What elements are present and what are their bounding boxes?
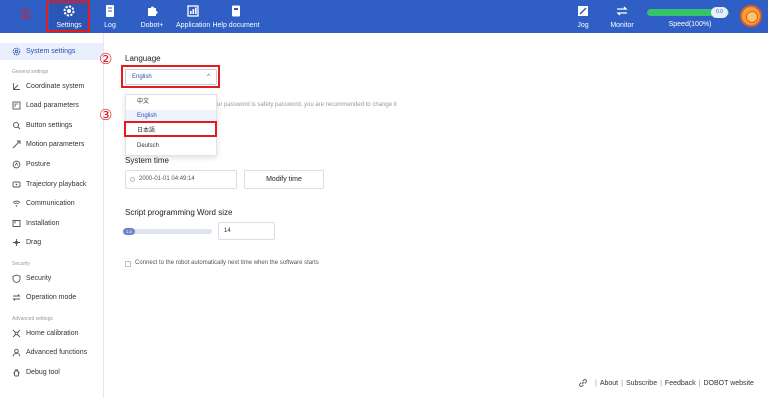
log-icon bbox=[99, 4, 121, 20]
sidebar-group-advanced: Advanced settings bbox=[12, 316, 53, 322]
nav-log-label: Log bbox=[104, 22, 116, 29]
posture-icon bbox=[12, 160, 21, 169]
sidebar-group-security: Security bbox=[12, 261, 31, 267]
language-option-chinese[interactable]: 中文 bbox=[126, 96, 216, 109]
clock-icon bbox=[130, 177, 135, 182]
sidebar-item-label: Installation bbox=[26, 220, 60, 227]
sidebar-item-label: Operation mode bbox=[26, 294, 77, 301]
sidebar-item-security[interactable]: Security bbox=[0, 270, 103, 287]
nav-monitor-label: Monitor bbox=[610, 22, 634, 29]
word-size-slider[interactable] bbox=[125, 229, 212, 234]
sidebar-item-installation[interactable]: Installation bbox=[0, 215, 103, 232]
highlight-japanese-option bbox=[124, 121, 217, 137]
word-size-slider-knob[interactable]: 1.5 bbox=[123, 228, 135, 235]
sidebar-item-communication[interactable]: Communication bbox=[0, 195, 103, 212]
installation-icon bbox=[12, 219, 21, 228]
sidebar-item-motion-parameters[interactable]: Motion parameters bbox=[0, 136, 103, 153]
debug-icon bbox=[12, 368, 21, 377]
system-time-title: System time bbox=[125, 156, 170, 165]
chart-icon bbox=[176, 4, 210, 20]
avatar[interactable] bbox=[740, 5, 762, 27]
footer-link-feedback[interactable]: Feedback bbox=[665, 380, 696, 387]
user-icon bbox=[12, 348, 21, 357]
step-2-marker: ② bbox=[99, 50, 113, 68]
word-size-input[interactable]: 14 bbox=[218, 222, 275, 240]
system-time-field: 2000-01-01 04:49:14 bbox=[125, 170, 237, 189]
sidebar-item-label: Home calibration bbox=[26, 330, 79, 337]
highlight-language-select bbox=[121, 65, 220, 88]
sidebar-item-label: Trajectory playback bbox=[26, 181, 87, 188]
sidebar-item-debug-tool[interactable]: Debug tool bbox=[0, 364, 103, 381]
footer-link-dobot-website[interactable]: DOBOT website bbox=[704, 380, 754, 387]
motion-icon bbox=[12, 140, 21, 149]
speed-label: Speed(100%) bbox=[668, 21, 712, 28]
safety-password-warning: ur password is safety password, you are … bbox=[217, 102, 397, 108]
sidebar: System settings General settings Coordin… bbox=[0, 33, 104, 398]
sidebar-item-label: Communication bbox=[26, 200, 75, 207]
wifi-icon bbox=[12, 199, 21, 208]
language-option-german[interactable]: Deutsch bbox=[126, 140, 216, 153]
highlight-settings bbox=[46, 1, 90, 32]
button-icon bbox=[12, 121, 21, 130]
sidebar-item-label: Posture bbox=[26, 161, 51, 168]
document-icon bbox=[212, 4, 260, 20]
sidebar-item-button-settings[interactable]: Button settings bbox=[0, 117, 103, 134]
sidebar-item-posture[interactable]: Posture bbox=[0, 156, 103, 173]
link-icon bbox=[578, 378, 588, 388]
shield-icon bbox=[12, 274, 21, 283]
nav-jog-label: Jog bbox=[577, 22, 589, 29]
step-3-marker: ③ bbox=[99, 106, 113, 124]
step-1-marker: ① bbox=[19, 5, 33, 23]
sidebar-item-drag[interactable]: Drag bbox=[0, 234, 103, 251]
swap-arrows-icon bbox=[606, 4, 638, 20]
auto-connect-label: Connect to the robot automatically next … bbox=[135, 260, 319, 266]
sidebar-item-label: Drag bbox=[26, 239, 42, 246]
nav-application[interactable]: Application bbox=[176, 0, 210, 33]
playback-icon bbox=[12, 180, 21, 189]
sidebar-item-label: Motion parameters bbox=[26, 141, 85, 148]
nav-application-label: Application bbox=[176, 22, 211, 29]
word-size-title: Script programming Word size bbox=[125, 208, 233, 217]
footer-link-subscribe[interactable]: Subscribe bbox=[626, 380, 657, 387]
load-icon bbox=[12, 101, 21, 110]
sidebar-item-label: System settings bbox=[26, 48, 76, 55]
gear-icon bbox=[12, 47, 21, 56]
sidebar-group-general: General settings bbox=[12, 69, 49, 75]
axis-icon bbox=[12, 82, 21, 91]
language-title: Language bbox=[125, 54, 161, 63]
nav-jog[interactable]: Jog bbox=[570, 0, 596, 33]
sidebar-item-operation-mode[interactable]: Operation mode bbox=[0, 289, 103, 306]
nav-dobot-plus-label: Dobot+ bbox=[140, 22, 164, 29]
top-nav-bar: Settings Log Dobot+ Application Help doc… bbox=[0, 0, 768, 33]
sidebar-item-label: Button settings bbox=[26, 122, 73, 129]
nav-log[interactable]: Log bbox=[99, 0, 121, 33]
calibration-icon bbox=[12, 329, 21, 338]
sidebar-item-load-parameters[interactable]: Load parameters bbox=[0, 97, 103, 114]
sidebar-item-home-calibration[interactable]: Home calibration bbox=[0, 325, 103, 342]
modify-time-button[interactable]: Modify time bbox=[244, 170, 324, 189]
footer-link-about[interactable]: About bbox=[600, 380, 618, 387]
speed-slider-knob[interactable]: 0.0 bbox=[711, 7, 728, 18]
sidebar-item-trajectory-playback[interactable]: Trajectory playback bbox=[0, 176, 103, 193]
sidebar-item-label: Load parameters bbox=[26, 102, 79, 109]
sidebar-item-advanced-functions[interactable]: Advanced functions bbox=[0, 344, 103, 361]
sidebar-item-label: Security bbox=[26, 275, 52, 282]
puzzle-icon bbox=[134, 4, 170, 20]
auto-connect-checkbox[interactable] bbox=[125, 261, 131, 267]
nav-help-document-label: Help document bbox=[212, 22, 260, 29]
jog-icon bbox=[570, 4, 596, 20]
nav-dobot-plus[interactable]: Dobot+ bbox=[134, 0, 170, 33]
sidebar-item-label: Coordinate system bbox=[26, 83, 85, 90]
nav-help-document[interactable]: Help document bbox=[212, 0, 260, 33]
nav-monitor[interactable]: Monitor bbox=[606, 0, 638, 33]
drag-icon bbox=[12, 238, 21, 247]
sidebar-item-coordinate-system[interactable]: Coordinate system bbox=[0, 78, 103, 95]
sidebar-item-label: Advanced functions bbox=[26, 349, 88, 356]
sidebar-item-system-settings[interactable]: System settings bbox=[0, 43, 103, 60]
sidebar-item-label: Debug tool bbox=[26, 369, 60, 376]
footer-links: | About | Subscribe | Feedback | DOBOT w… bbox=[578, 378, 754, 388]
system-time-value: 2000-01-01 04:49:14 bbox=[139, 176, 195, 182]
swap-arrows-icon bbox=[12, 293, 21, 302]
